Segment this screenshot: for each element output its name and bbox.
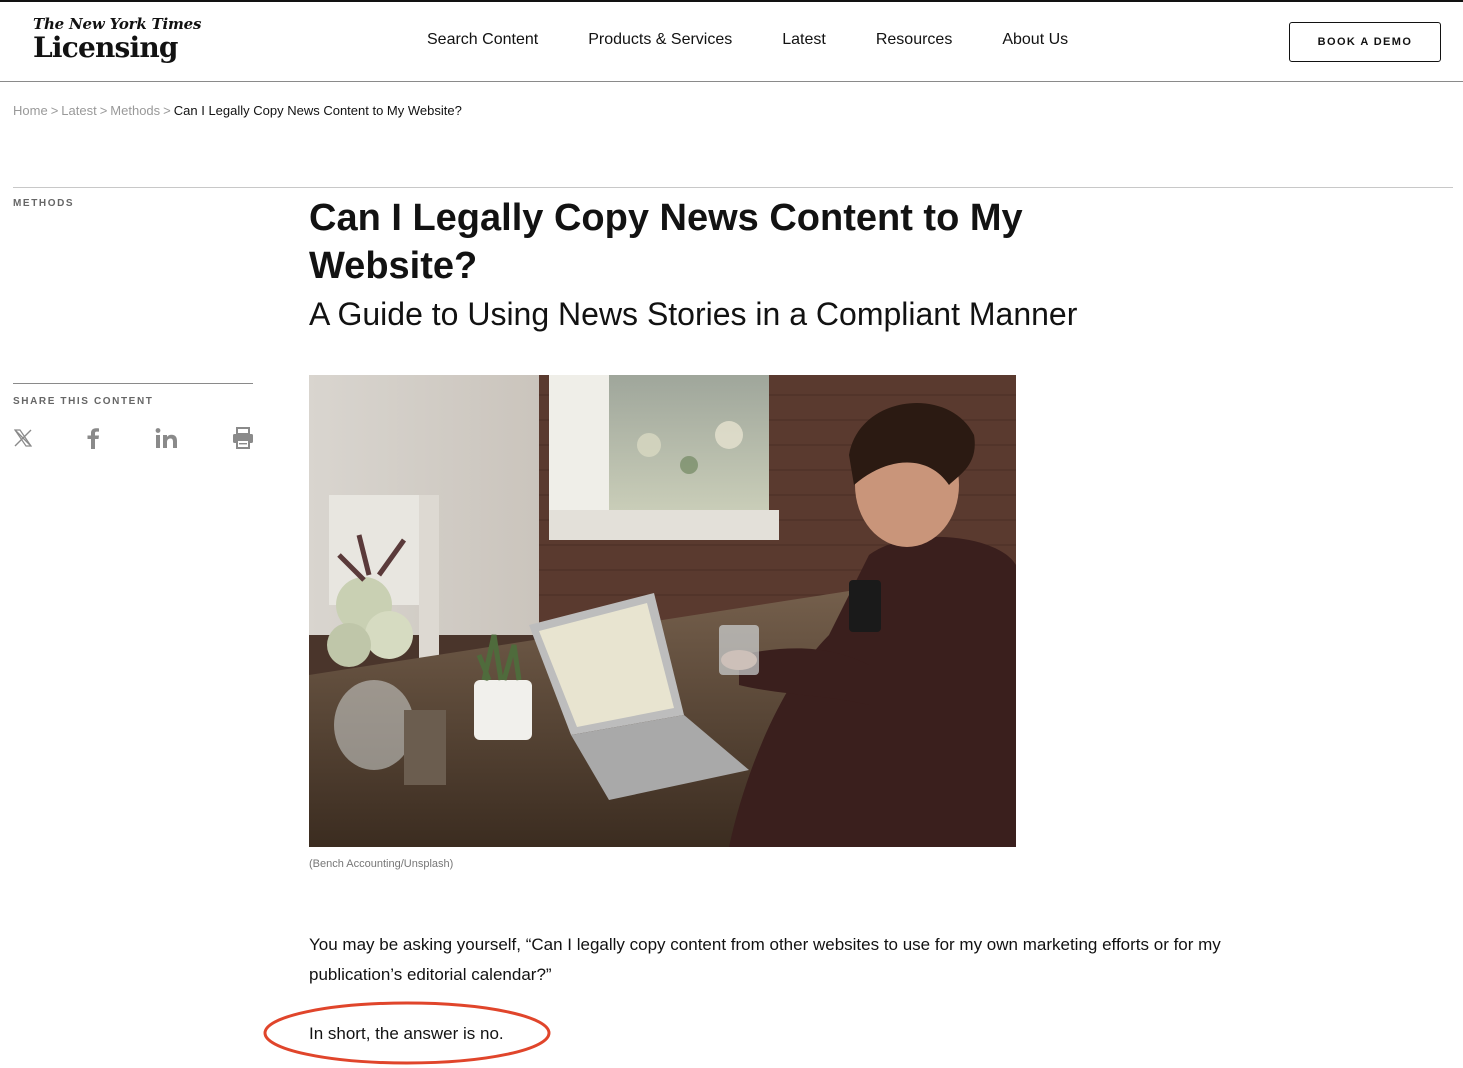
breadcrumb-separator: > — [163, 103, 171, 118]
hero-image — [309, 375, 1016, 847]
share-divider — [13, 383, 253, 384]
annotation-circle — [263, 1001, 551, 1065]
nav-search-content[interactable]: Search Content — [427, 30, 538, 50]
print-icon[interactable] — [231, 426, 255, 450]
x-icon[interactable] — [11, 426, 35, 450]
facebook-icon[interactable] — [81, 426, 105, 450]
breadcrumb-methods[interactable]: Methods — [110, 103, 160, 118]
category-label[interactable]: METHODS — [13, 198, 74, 209]
nav-resources[interactable]: Resources — [876, 30, 952, 50]
breadcrumb-separator: > — [99, 103, 108, 118]
share-label: SHARE THIS CONTENT — [13, 396, 154, 407]
site-header: The New York Times Licensing Search Cont… — [0, 2, 1463, 82]
linkedin-icon[interactable] — [155, 426, 179, 450]
nav-products-services[interactable]: Products & Services — [588, 30, 732, 50]
article-subtitle: A Guide to Using News Stories in a Compl… — [309, 296, 1078, 332]
logo-licensing-wordmark: Licensing — [33, 31, 178, 64]
content-divider — [13, 187, 1453, 188]
article-paragraph: You may be asking yourself, “Can I legal… — [309, 935, 1221, 984]
breadcrumb-home[interactable]: Home — [13, 103, 48, 118]
breadcrumb: Home > Latest > Methods > Can I Legally Copy N… — [13, 103, 462, 119]
image-caption: (Bench Accounting/Unsplash) — [309, 858, 454, 870]
book-demo-button[interactable]: BOOK A DEMO — [1289, 22, 1441, 62]
breadcrumb-separator: > — [50, 103, 59, 118]
nav-latest[interactable]: Latest — [782, 30, 826, 50]
breadcrumb-current: Can I Legally Copy News Content to My We… — [173, 103, 462, 118]
main-nav: Search Content Products & Services Lates… — [427, 30, 1118, 50]
hero-photo-illustration — [309, 375, 1016, 847]
site-logo[interactable]: The New York Times Licensing — [33, 16, 201, 63]
breadcrumb-latest[interactable]: Latest — [61, 103, 96, 118]
share-icons — [13, 426, 253, 450]
nav-about-us[interactable]: About Us — [1002, 30, 1068, 50]
article-title: Can I Legally Copy News Content to My We… — [309, 197, 1023, 287]
